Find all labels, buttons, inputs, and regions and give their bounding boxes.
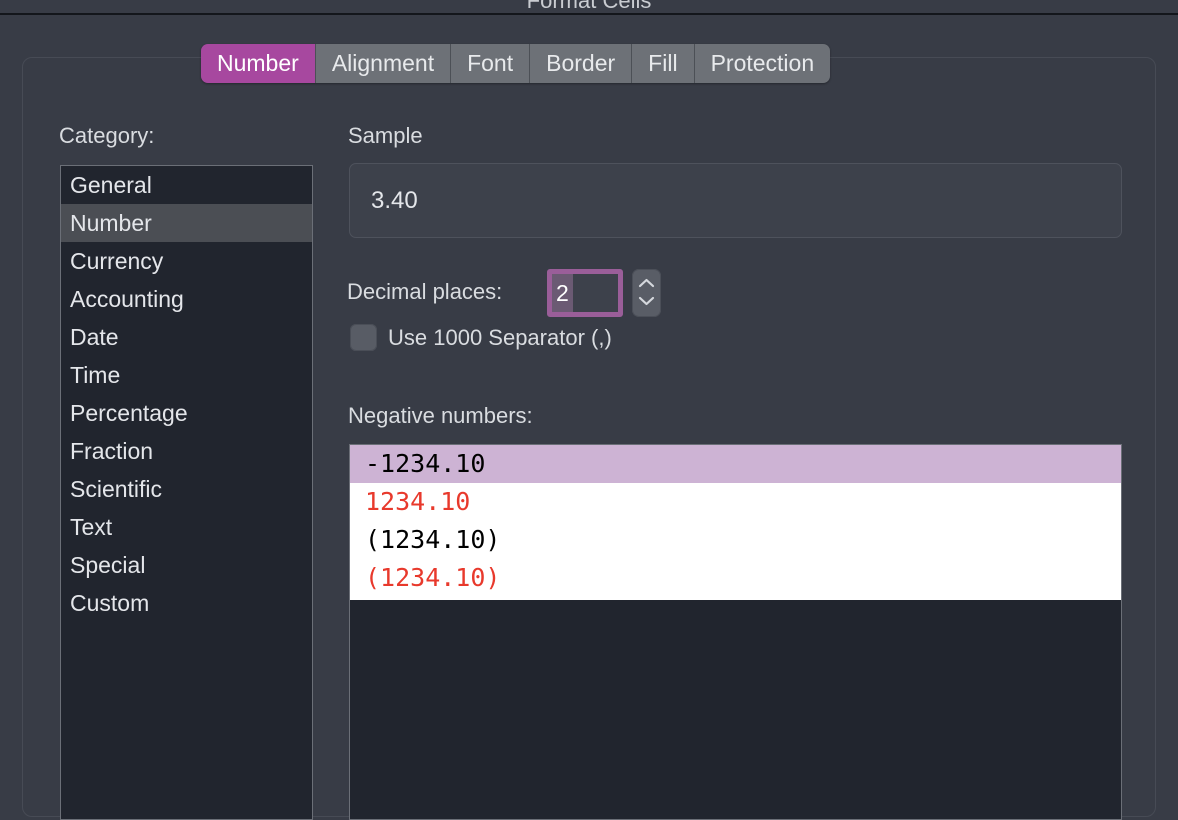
tab-number[interactable]: Number (201, 44, 316, 83)
category-list[interactable]: General Number Currency Accounting Date Time P… (60, 165, 313, 820)
negative-numbers-options: -1234.10 1234.10 (1234.10) (1234.10) (350, 445, 1121, 600)
decimal-places-value: 2 (552, 274, 573, 312)
tab-protection[interactable]: Protection (694, 44, 831, 83)
chevron-up-icon[interactable] (637, 277, 656, 289)
negative-number-option[interactable]: 1234.10 (350, 483, 1121, 521)
category-label: Category: (59, 123, 155, 148)
tab-alignment[interactable]: Alignment (315, 44, 452, 83)
tab-fill[interactable]: Fill (632, 44, 695, 83)
category-item-custom[interactable]: Custom (61, 584, 312, 622)
sample-label: Sample (348, 123, 423, 148)
sample-value: 3.40 (371, 187, 418, 214)
category-item-fraction[interactable]: Fraction (61, 432, 312, 470)
category-item-number[interactable]: Number (61, 204, 312, 242)
category-item-scientific[interactable]: Scientific (61, 470, 312, 508)
negative-number-option[interactable]: -1234.10 (350, 445, 1121, 483)
category-item-currency[interactable]: Currency (61, 242, 312, 280)
sample-preview-box: 3.40 (349, 163, 1122, 238)
tab-bar: Number Alignment Font Border Fill Protection (201, 44, 831, 83)
decimal-places-stepper[interactable] (632, 269, 661, 317)
category-item-special[interactable]: Special (61, 546, 312, 584)
use-1000-separator-checkbox[interactable] (350, 324, 377, 351)
negative-numbers-list[interactable]: -1234.10 1234.10 (1234.10) (1234.10) (349, 444, 1122, 820)
window-title: Format Cells (526, 0, 652, 13)
tab-border[interactable]: Border (530, 44, 633, 83)
format-cells-dialog: Number Alignment Font Border Fill Protection … (0, 17, 1178, 820)
negative-number-option[interactable]: (1234.10) (350, 521, 1121, 559)
negative-number-option[interactable]: (1234.10) (350, 559, 1121, 597)
window-titlebar: Format Cells (0, 0, 1178, 15)
category-item-text[interactable]: Text (61, 508, 312, 546)
chevron-down-icon[interactable] (637, 295, 656, 307)
category-item-general[interactable]: General (61, 166, 312, 204)
category-item-date[interactable]: Date (61, 318, 312, 356)
tab-font[interactable]: Font (451, 44, 531, 83)
negative-numbers-label: Negative numbers: (348, 403, 533, 428)
category-item-percentage[interactable]: Percentage (61, 394, 312, 432)
category-item-accounting[interactable]: Accounting (61, 280, 312, 318)
category-item-time[interactable]: Time (61, 356, 312, 394)
decimal-places-input[interactable]: 2 (547, 269, 623, 317)
decimal-places-label: Decimal places: (347, 279, 503, 304)
use-1000-separator-label: Use 1000 Separator (,) (388, 325, 612, 350)
